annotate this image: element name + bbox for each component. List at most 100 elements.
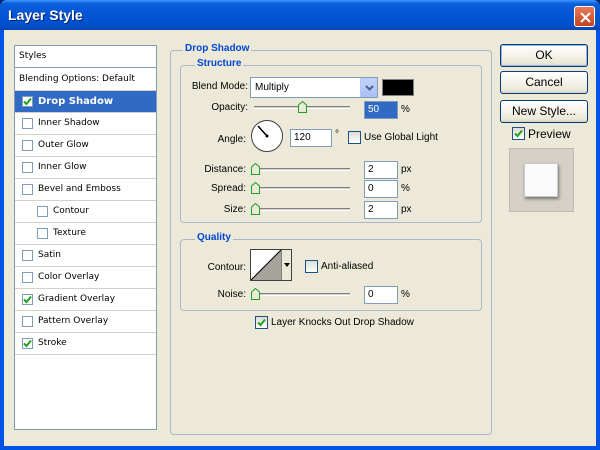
- style-item-label: Color Overlay: [38, 272, 100, 282]
- style-item-label: Satin: [38, 250, 61, 260]
- slider-thumb-icon[interactable]: [251, 182, 260, 194]
- style-item-texture[interactable]: Texture: [15, 223, 156, 245]
- new-style-button[interactable]: New Style...: [500, 100, 588, 123]
- noise-input[interactable]: 0: [364, 286, 398, 304]
- cancel-button[interactable]: Cancel: [500, 71, 588, 94]
- size-label: Size:: [223, 204, 246, 215]
- blend-mode-label: Blend Mode:: [191, 81, 248, 92]
- distance-unit: px: [401, 164, 412, 175]
- style-item-checkbox[interactable]: [22, 162, 33, 173]
- slider-thumb-icon[interactable]: [251, 163, 260, 175]
- spread-input[interactable]: 0: [364, 180, 398, 198]
- spread-unit: %: [401, 183, 410, 194]
- preview-label: Preview: [528, 127, 571, 141]
- style-item-checkbox[interactable]: [22, 118, 33, 129]
- opacity-slider[interactable]: [254, 101, 350, 115]
- checkmark-icon: [23, 339, 32, 348]
- style-item-label: Contour: [53, 206, 89, 216]
- use-global-light-checkbox[interactable]: [348, 131, 361, 144]
- ok-button[interactable]: OK: [500, 44, 588, 67]
- slider-thumb-icon[interactable]: [298, 101, 307, 113]
- checkmark-icon: [514, 129, 523, 138]
- slider-track: [251, 187, 350, 190]
- style-item-checkbox[interactable]: [37, 228, 48, 239]
- style-item-label: Gradient Overlay: [38, 294, 116, 304]
- anti-aliased-checkbox[interactable]: [305, 260, 318, 273]
- preview-checkbox[interactable]: [512, 127, 525, 140]
- close-button[interactable]: [574, 6, 595, 27]
- contour-label: Contour:: [207, 262, 246, 273]
- checkmark-icon: [257, 318, 266, 327]
- window-title: Layer Style: [8, 7, 83, 23]
- style-item-inner-glow[interactable]: Inner Glow: [15, 157, 156, 179]
- size-slider[interactable]: [251, 203, 350, 217]
- style-item-checkbox[interactable]: [22, 140, 33, 151]
- noise-slider[interactable]: [251, 288, 350, 302]
- slider-thumb-icon[interactable]: [251, 203, 260, 215]
- style-item-inner-shadow[interactable]: Inner Shadow: [15, 113, 156, 135]
- style-item-checkbox[interactable]: [22, 96, 33, 107]
- style-item-checkbox[interactable]: [22, 338, 33, 349]
- dropdown-arrow-icon: [360, 78, 377, 97]
- style-item-checkbox[interactable]: [22, 250, 33, 261]
- layer-knocks-out-checkbox[interactable]: [255, 316, 268, 329]
- drop-shadow-title: Drop Shadow: [183, 43, 252, 54]
- style-item-label: Outer Glow: [38, 140, 89, 150]
- distance-slider[interactable]: [251, 163, 350, 177]
- checkmark-icon: [23, 97, 32, 106]
- title-bar[interactable]: Layer Style: [0, 0, 600, 30]
- style-item-checkbox[interactable]: [37, 206, 48, 217]
- checkmark-icon: [23, 295, 32, 304]
- blend-mode-value: Multiply: [255, 82, 289, 93]
- style-item-label: Pattern Overlay: [38, 316, 109, 326]
- preview-thumbnail: [509, 148, 574, 212]
- style-item-bevel-and-emboss[interactable]: Bevel and Emboss: [15, 179, 156, 201]
- style-item-satin[interactable]: Satin: [15, 245, 156, 267]
- style-item-checkbox[interactable]: [22, 316, 33, 327]
- angle-input[interactable]: 120: [290, 129, 332, 147]
- contour-curve-icon: [251, 250, 281, 280]
- styles-list: Styles Blending Options: Default Drop Sh…: [14, 45, 157, 430]
- size-unit: px: [401, 204, 412, 215]
- opacity-unit: %: [401, 104, 410, 115]
- distance-label: Distance:: [204, 164, 246, 175]
- style-item-gradient-overlay[interactable]: Gradient Overlay: [15, 289, 156, 311]
- style-item-label: Stroke: [38, 338, 67, 348]
- style-item-contour[interactable]: Contour: [15, 201, 156, 223]
- style-item-color-overlay[interactable]: Color Overlay: [15, 267, 156, 289]
- anti-aliased-label: Anti-aliased: [321, 261, 374, 272]
- style-item-drop-shadow[interactable]: Drop Shadow: [15, 91, 156, 113]
- shadow-color-swatch[interactable]: [382, 79, 414, 96]
- style-item-checkbox[interactable]: [22, 294, 33, 305]
- size-input[interactable]: 2: [364, 201, 398, 219]
- opacity-input[interactable]: 50: [364, 101, 398, 119]
- blend-mode-select[interactable]: Multiply: [250, 77, 378, 98]
- use-global-light-label: Use Global Light: [364, 132, 438, 143]
- preview-swatch: [524, 163, 558, 197]
- angle-label: Angle:: [217, 134, 246, 145]
- structure-title: Structure: [195, 58, 244, 69]
- slider-track: [251, 293, 350, 296]
- distance-input[interactable]: 2: [364, 161, 398, 179]
- close-icon: [580, 12, 591, 23]
- styles-header[interactable]: Styles: [15, 46, 156, 68]
- style-item-label: Drop Shadow: [38, 96, 114, 107]
- spread-slider[interactable]: [251, 182, 350, 196]
- style-item-pattern-overlay[interactable]: Pattern Overlay: [15, 311, 156, 333]
- slider-thumb-icon[interactable]: [251, 288, 260, 300]
- angle-dial-icon[interactable]: [250, 119, 284, 153]
- contour-picker[interactable]: [250, 249, 292, 281]
- blending-options-item[interactable]: Blending Options: Default: [15, 69, 156, 91]
- slider-track: [251, 208, 350, 211]
- blending-options-label: Blending Options: Default: [19, 74, 135, 84]
- style-item-stroke[interactable]: Stroke: [15, 333, 156, 355]
- quality-title: Quality: [195, 232, 233, 243]
- dialog-body: Styles Blending Options: Default Drop Sh…: [4, 30, 596, 446]
- style-item-checkbox[interactable]: [22, 272, 33, 283]
- layer-knocks-out-label: Layer Knocks Out Drop Shadow: [271, 317, 414, 328]
- style-item-outer-glow[interactable]: Outer Glow: [15, 135, 156, 157]
- opacity-label: Opacity:: [211, 102, 248, 113]
- style-item-label: Inner Glow: [38, 162, 87, 172]
- style-item-checkbox[interactable]: [22, 184, 33, 195]
- style-item-label: Bevel and Emboss: [38, 184, 121, 194]
